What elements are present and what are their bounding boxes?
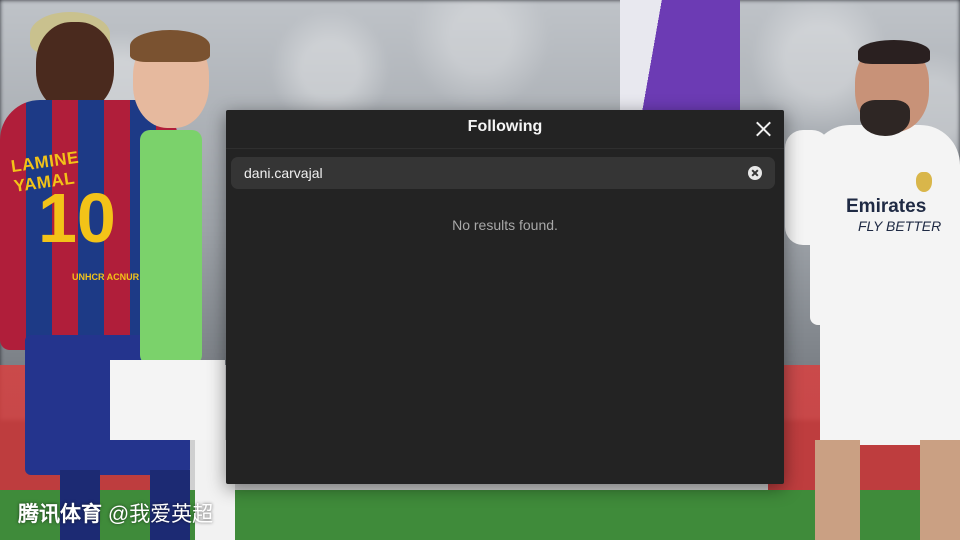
barca-jersey-number: 10 (38, 179, 116, 257)
watermark-handle: @我爱英超 (107, 503, 214, 526)
player-green-hair (130, 30, 210, 62)
real-jersey-sponsor: Emirates (846, 196, 927, 217)
watermark-logo: 腾讯体育 (18, 503, 102, 526)
following-dialog: Following No results found. (226, 110, 784, 484)
real-jersey-tagline: FLY BETTER (858, 218, 942, 234)
dialog-title: Following (467, 118, 543, 135)
search-input[interactable] (244, 157, 724, 189)
player-barca-head (36, 22, 114, 112)
player-real-shorts (820, 315, 960, 445)
barca-jersey-sponsor: UNHCR ACNUR (72, 272, 140, 282)
watermark: 腾讯体育 @我爱英超 (18, 498, 213, 528)
real-madrid-crest-icon (916, 172, 932, 192)
player-real-leg (920, 440, 960, 540)
player-green-bib (140, 130, 202, 365)
search-field (231, 157, 775, 189)
empty-results-message: No results found. (452, 217, 558, 233)
dialog-header: Following (226, 110, 784, 149)
player-real-hair (858, 40, 930, 64)
player-real-leg (815, 440, 860, 540)
player-real-beard (860, 100, 910, 136)
player-green-shorts (110, 360, 225, 440)
clear-search-icon[interactable] (748, 166, 762, 180)
stadium-flag (620, 0, 740, 110)
close-icon[interactable] (748, 114, 778, 144)
